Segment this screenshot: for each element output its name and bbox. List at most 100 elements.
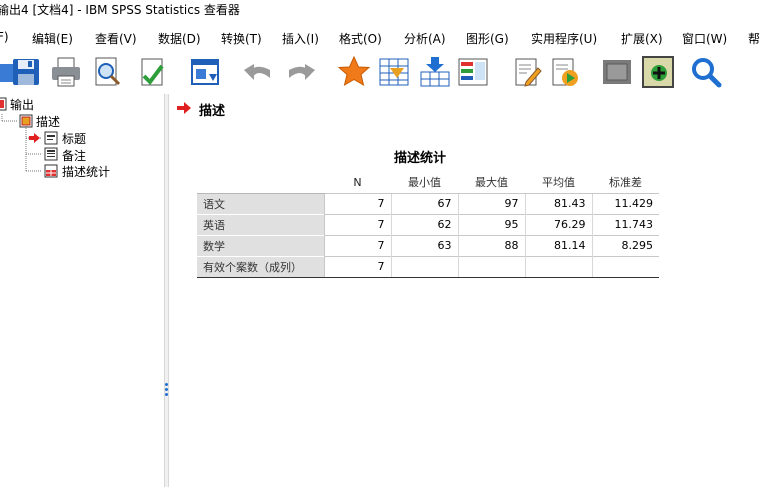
print-preview-button[interactable] [89,54,125,90]
variables-icon [458,58,488,86]
procedure-heading[interactable]: 描述 [199,100,225,119]
menu-file[interactable]: F) [0,30,9,44]
export-button[interactable] [134,54,170,90]
table-row[interactable]: 数学 7 63 88 81.14 8.295 [197,234,659,256]
show-hide-button[interactable] [640,54,676,90]
menu-insert[interactable]: 插入(I) [282,30,319,47]
table-cell: 8.295 [591,234,659,256]
menu-view[interactable]: 查看(V) [95,30,137,47]
current-item-arrow-icon [29,133,40,143]
title-item-icon [44,131,58,145]
save-button[interactable] [8,54,44,90]
table-cell: 76.29 [524,213,592,235]
current-item-arrow-icon [177,102,191,114]
output-book-icon [0,97,7,111]
notes-item-icon [44,147,58,161]
search-icon [692,58,722,88]
splitter-grip-dot [165,393,168,396]
row-label: 语文 [197,192,324,214]
print-preview-icon [95,57,121,86]
splitter-grip-dot [165,383,168,386]
go-to-variable-button[interactable] [417,54,453,90]
designate-window-button[interactable] [509,54,545,90]
table-row[interactable]: 有效个案数（成列） 7 [197,255,659,278]
go-to-case-button[interactable] [376,54,412,90]
column-header: 平均值 [542,176,575,190]
table-corner [197,172,324,193]
table-cell: 62 [390,213,458,235]
table-cell: 67 [390,192,458,214]
menu-data[interactable]: 数据(D) [158,30,201,47]
grid-arrow-icon [379,58,409,86]
table-cell: 88 [457,234,525,256]
table-row[interactable]: 英语 7 62 95 76.29 11.743 [197,213,659,235]
dialog-recall-button[interactable] [187,54,223,90]
output-content-pane: 描述 描述统计 N 最小值 最大值 平均值 标准差 语文 7 67 97 81.43 11… [169,94,762,487]
go-to-data-button[interactable] [336,54,372,90]
redo-button[interactable] [283,54,319,90]
outline-item-title[interactable]: 标题 [62,130,86,147]
undo-button[interactable] [240,54,276,90]
descriptive-statistics-table[interactable]: N 最小值 最大值 平均值 标准差 语文 7 67 97 81.43 11.429 英语 7 6… [197,172,659,278]
printer-icon [52,57,80,87]
menu-transform[interactable]: 转换(T) [221,30,262,47]
table-cell [524,255,592,278]
print-button[interactable] [48,54,84,90]
table-cell: 95 [457,213,525,235]
table-cell: 11.743 [591,213,659,235]
outline-pane: 输出 描述 标题 备注 描述统计 [0,94,164,487]
column-header: 最大值 [475,176,508,190]
grid-down-arrow-icon [420,57,450,87]
table-cell: 63 [390,234,458,256]
table-title[interactable]: 描述统计 [394,147,446,166]
row-label: 有效个案数（成列） [197,255,324,278]
window-title: 输出4 [文档4] - IBM SPSS Statistics 查看器 [0,3,240,17]
window-frame-icon [603,60,631,84]
menu-bar: F) 编辑(E) 查看(V) 数据(D) 转换(T) 插入(I) 格式(O) 分… [0,27,762,49]
toggle-view-button[interactable] [599,54,635,90]
menu-edit[interactable]: 编辑(E) [32,30,73,47]
row-label: 英语 [197,213,324,235]
menu-graphs[interactable]: 图形(G) [466,30,509,47]
export-icon [141,58,164,86]
table-item-icon [44,164,58,178]
star-icon [337,55,371,87]
row-label: 数学 [197,234,324,256]
table-cell: 11.429 [591,192,659,214]
run-script-button[interactable] [546,54,582,90]
menu-window[interactable]: 窗口(W) [682,30,727,47]
table-cell [457,255,525,278]
toolbar [0,50,762,94]
menu-help[interactable]: 帮 [748,30,760,47]
table-row[interactable]: 语文 7 67 97 81.43 11.429 [197,192,659,214]
table-cell: 81.43 [524,192,592,214]
dialog-recall-icon [191,59,219,85]
table-cell: 7 [323,255,391,278]
redo-icon [289,64,315,80]
floppy-disk-icon [13,59,39,85]
script-play-icon [552,58,578,86]
find-button[interactable] [688,54,724,90]
table-cell [390,255,458,278]
table-cell: 7 [323,192,391,214]
table-cell: 7 [323,234,391,256]
menu-extensions[interactable]: 扩展(X) [621,30,663,47]
column-header: N [353,175,362,189]
menu-analyze[interactable]: 分析(A) [404,30,446,47]
table-cell: 97 [457,192,525,214]
add-green-icon [642,56,674,88]
title-bar: 输出4 [文档4] - IBM SPSS Statistics 查看器 [0,0,762,22]
variables-button[interactable] [455,54,491,90]
notepad-pencil-icon [515,58,542,87]
outline-item-notes[interactable]: 备注 [62,147,86,164]
column-header: 最小值 [408,176,441,190]
undo-icon [244,64,270,80]
table-cell: 81.14 [524,234,592,256]
outline-item-descriptives[interactable]: 描述统计 [62,163,110,180]
column-header: 标准差 [609,176,642,190]
menu-utilities[interactable]: 实用程序(U) [531,30,597,47]
table-header-row: N 最小值 最大值 平均值 标准差 [197,172,659,193]
menu-format[interactable]: 格式(O) [339,30,382,47]
table-cell [591,255,659,278]
table-cell: 7 [323,213,391,235]
